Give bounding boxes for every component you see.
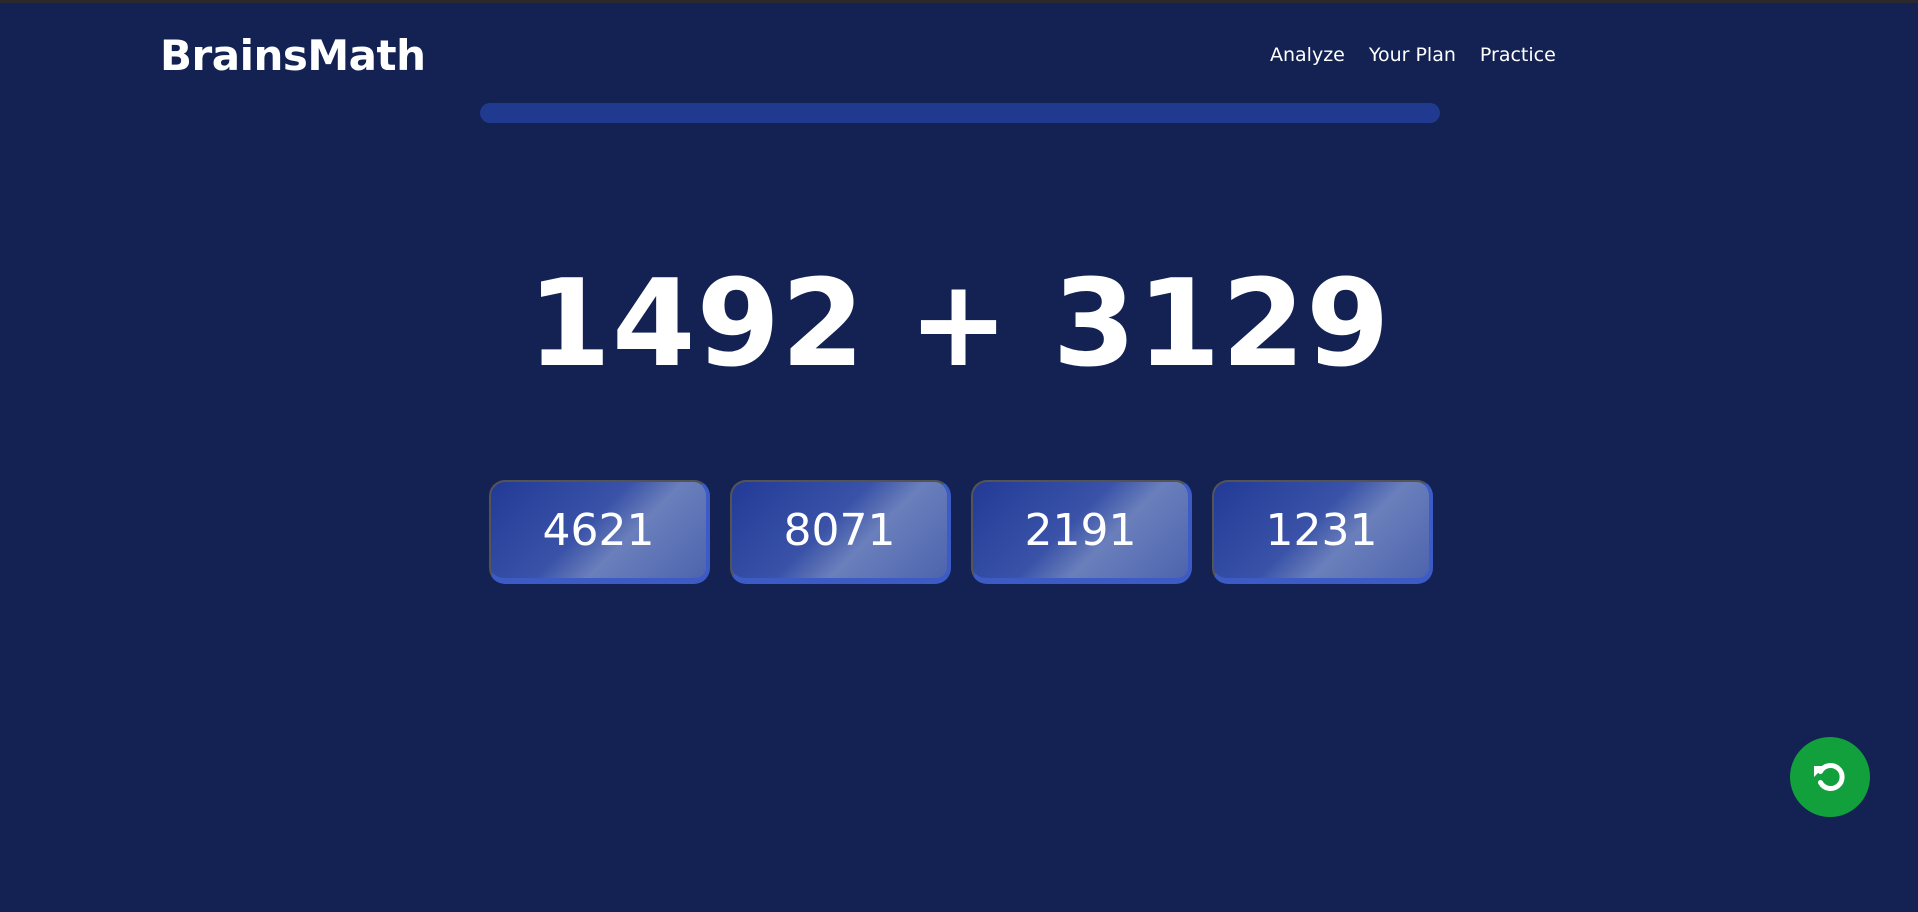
answer-option-3[interactable]: 2191 — [971, 480, 1192, 584]
math-problem: 1492 + 3129 — [527, 255, 1391, 394]
brand-logo[interactable]: BrainsMath — [160, 28, 426, 84]
nav-link-your-plan[interactable]: Your Plan — [1369, 40, 1456, 70]
navbar: BrainsMath Analyze Your Plan Practice — [0, 0, 1918, 100]
progress-bar — [480, 103, 1440, 123]
restart-button[interactable] — [1790, 737, 1870, 817]
answer-option-2[interactable]: 8071 — [730, 480, 951, 584]
refresh-icon — [1814, 763, 1845, 791]
nav-links: Analyze Your Plan Practice — [1270, 40, 1556, 70]
nav-link-analyze[interactable]: Analyze — [1270, 40, 1345, 70]
answer-option-1[interactable]: 4621 — [489, 480, 710, 584]
nav-link-practice[interactable]: Practice — [1480, 40, 1556, 70]
answer-option-4[interactable]: 1231 — [1212, 480, 1433, 584]
answer-options: 4621 8071 2191 1231 — [489, 480, 1433, 584]
